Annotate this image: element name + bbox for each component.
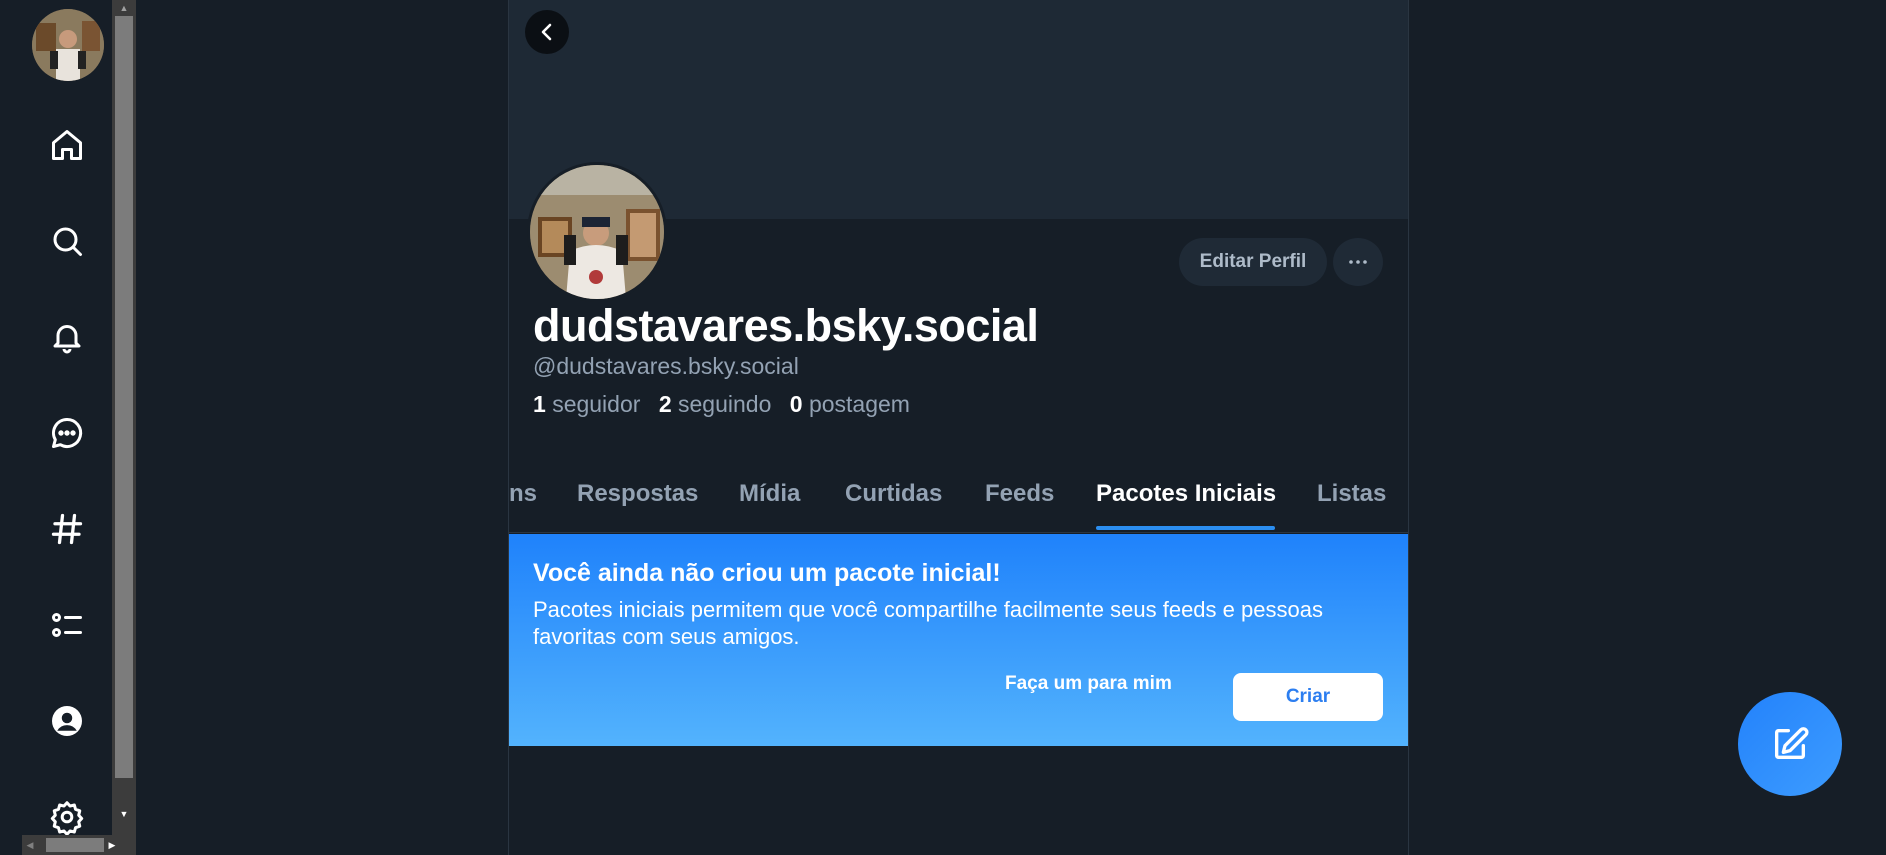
profile-tabs: ns Respostas Mídia Curtidas Feeds Pacote… bbox=[509, 474, 1408, 533]
horizontal-scrollbar-thumb[interactable] bbox=[46, 838, 104, 852]
posts-label: postagem bbox=[808, 391, 910, 417]
chat-icon[interactable] bbox=[47, 413, 87, 453]
ellipsis-icon bbox=[1349, 260, 1367, 264]
make-for-me-button[interactable]: Faça um para mim bbox=[1005, 673, 1172, 695]
horizontal-scrollbar[interactable]: ◀ ▶ bbox=[22, 835, 136, 855]
posts-stat: 0 postagem bbox=[790, 391, 910, 417]
scroll-left-arrow-icon[interactable]: ◀ bbox=[22, 835, 38, 855]
bell-icon[interactable] bbox=[47, 317, 87, 357]
compose-button[interactable] bbox=[1738, 692, 1842, 796]
settings-icon[interactable] bbox=[47, 797, 87, 837]
chevron-left-icon bbox=[541, 23, 552, 41]
back-button[interactable] bbox=[525, 10, 569, 54]
profile-display-name: dudstavares.bsky.social bbox=[533, 300, 1039, 351]
profile-stats: 1 seguidor 2 seguindo 0 postagem bbox=[533, 391, 910, 418]
tab-lists[interactable]: Listas bbox=[1317, 480, 1386, 508]
compose-icon bbox=[1775, 727, 1809, 759]
starter-pack-empty-card: Você ainda não criou um pacote inicial! … bbox=[509, 534, 1408, 746]
create-button[interactable]: Criar bbox=[1233, 673, 1383, 721]
scroll-up-arrow-icon[interactable]: ▲ bbox=[112, 0, 136, 16]
profile-column: Editar Perfil dudstavares.bsky.social @d… bbox=[508, 0, 1409, 855]
scroll-down-arrow-icon[interactable]: ▼ bbox=[112, 806, 136, 822]
vertical-scrollbar[interactable]: ▲ ▼ bbox=[112, 0, 136, 835]
tab-media[interactable]: Mídia bbox=[739, 480, 800, 508]
active-tab-indicator bbox=[1096, 526, 1275, 530]
followers-label: seguidor bbox=[552, 391, 641, 417]
followers-stat[interactable]: 1 seguidor bbox=[533, 391, 640, 417]
tab-feeds[interactable]: Feeds bbox=[985, 480, 1054, 508]
following-label: seguindo bbox=[678, 391, 772, 417]
more-options-button[interactable] bbox=[1333, 238, 1383, 286]
home-icon[interactable] bbox=[47, 125, 87, 165]
scroll-right-arrow-icon[interactable]: ▶ bbox=[104, 835, 120, 855]
tab-replies[interactable]: Respostas bbox=[577, 480, 698, 508]
card-title: Você ainda não criou um pacote inicial! bbox=[533, 559, 1001, 587]
following-stat[interactable]: 2 seguindo bbox=[659, 391, 772, 417]
profile-handle: @dudstavares.bsky.social bbox=[533, 353, 799, 379]
tab-starter-packs[interactable]: Pacotes Iniciais bbox=[1096, 480, 1276, 508]
posts-count: 0 bbox=[789, 391, 803, 417]
edit-profile-button[interactable]: Editar Perfil bbox=[1179, 238, 1327, 286]
tab-likes[interactable]: Curtidas bbox=[845, 480, 942, 508]
tab-posts-partial[interactable]: ns bbox=[509, 480, 537, 508]
profile-avatar[interactable] bbox=[527, 162, 667, 302]
followers-count: 1 bbox=[533, 391, 546, 417]
avatar-photo bbox=[32, 9, 104, 81]
search-icon[interactable] bbox=[47, 221, 87, 261]
profile-photo bbox=[530, 165, 664, 299]
list-icon[interactable] bbox=[47, 605, 87, 645]
profile-icon[interactable] bbox=[47, 701, 87, 741]
user-avatar[interactable] bbox=[32, 9, 104, 81]
left-nav-rail bbox=[0, 0, 112, 855]
card-description: Pacotes iniciais permitem que você compa… bbox=[533, 597, 1323, 649]
following-count: 2 bbox=[658, 391, 672, 417]
corner-filler bbox=[0, 835, 22, 855]
hashtag-icon[interactable] bbox=[47, 509, 87, 549]
scrollbar-thumb[interactable] bbox=[115, 16, 133, 778]
